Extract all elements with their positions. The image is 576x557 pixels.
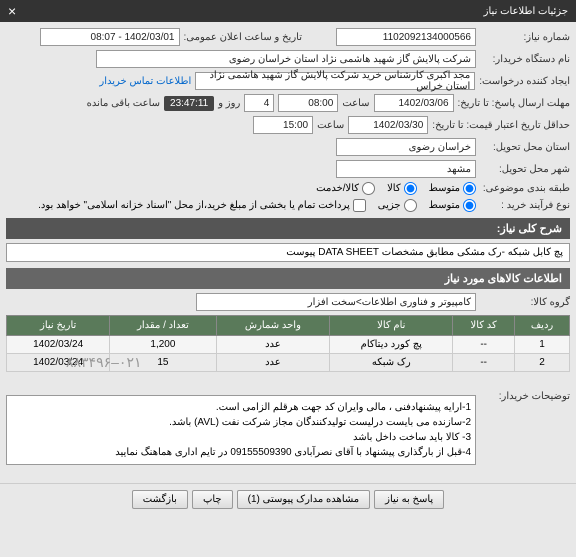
- table-header: تعداد / مقدار: [110, 316, 216, 336]
- table-cell: 15: [110, 354, 216, 372]
- back-button[interactable]: بازگشت: [132, 490, 188, 509]
- city-value: مشهد: [336, 160, 476, 178]
- buyer-label: نام دستگاه خریدار:: [480, 54, 570, 65]
- group-value: کامپیوتر و فناوری اطلاعات>سخت افزار: [196, 293, 476, 311]
- contact-link[interactable]: اطلاعات تماس خریدار: [99, 76, 191, 87]
- buyer-note-value: 1-ارایه پیشنهادفنی ، مالی وایران کد جهت …: [6, 395, 476, 465]
- remain-time: 23:47:11: [164, 96, 214, 111]
- budget-label: طبقه بندی موضوعی:: [480, 183, 570, 194]
- credit-date: 1402/03/30: [348, 116, 428, 134]
- announce-value: 1402/03/01 - 08:07: [40, 28, 180, 46]
- city-label: شهر محل تحویل:: [480, 164, 570, 175]
- buytype-opt1[interactable]: متوسط: [429, 199, 476, 212]
- table-header: واحد شمارش: [216, 316, 330, 336]
- budget-opt1[interactable]: متوسط: [429, 182, 476, 195]
- main-content: شماره نیاز: 1102092134000566 تاریخ و ساع…: [0, 22, 576, 475]
- announce-label: تاریخ و ساعت اعلان عمومی:: [184, 32, 303, 43]
- close-icon[interactable]: ×: [8, 3, 16, 19]
- buyer-note-label: توضیحات خریدار:: [480, 391, 570, 402]
- table-row: 1--پچ کورد دیتاکامعدد1,2001402/03/24: [7, 336, 570, 354]
- need-no-label: شماره نیاز:: [480, 32, 570, 43]
- window-title: جزئیات اطلاعات نیاز: [484, 6, 568, 17]
- budget-radios: متوسط کالا کالا/خدمت: [316, 182, 476, 195]
- table-header: ردیف: [515, 316, 570, 336]
- deadline-date: 1402/03/06: [374, 94, 454, 112]
- remain-days: 4: [244, 94, 274, 112]
- credit-label: حداقل تاریخ اعتبار قیمت: تا تاریخ:: [432, 120, 570, 131]
- buytype-note-check[interactable]: پرداخت تمام یا بخشی از مبلغ خرید،از محل …: [38, 199, 366, 212]
- window-header: جزئیات اطلاعات نیاز ×: [0, 0, 576, 22]
- table-cell: 1: [515, 336, 570, 354]
- credit-time-label: ساعت: [317, 120, 344, 131]
- table-cell: --: [453, 336, 515, 354]
- remain-suffix: ساعت باقی مانده: [87, 98, 160, 109]
- creator-value: مجد اکبری کارشناس خرید شرکت پالایش گاز ش…: [195, 72, 475, 90]
- buytype-label: نوع فرآیند خرید :: [480, 200, 570, 211]
- table-cell: رک شبکه: [330, 354, 453, 372]
- button-row: پاسخ به نیاز مشاهده مدارک پیوستی (1) چاپ…: [0, 483, 576, 515]
- remain-day-label: روز و: [218, 98, 240, 109]
- summary-value: پچ کابل شبکه -رک مشکی مطابق مشخصات DATA …: [6, 243, 570, 262]
- province-label: استان محل تحویل:: [480, 142, 570, 153]
- budget-opt3[interactable]: کالا/خدمت: [316, 182, 375, 195]
- items-table: ردیفکد کالانام کالاواحد شمارشتعداد / مقد…: [6, 315, 570, 372]
- group-label: گروه کالا:: [480, 297, 570, 308]
- province-value: خراسان رضوی: [336, 138, 476, 156]
- table-row: 2--رک شبکهعدد151402/03/24: [7, 354, 570, 372]
- credit-time: 15:00: [253, 116, 313, 134]
- table-cell: 1402/03/24: [7, 336, 110, 354]
- creator-label: ایجاد کننده درخواست:: [479, 76, 570, 87]
- print-button[interactable]: چاپ: [192, 490, 233, 509]
- deadline-time: 08:00: [278, 94, 338, 112]
- deadline-time-label: ساعت: [342, 98, 369, 109]
- table-cell: عدد: [216, 354, 330, 372]
- deadline-label: مهلت ارسال پاسخ: تا تاریخ:: [458, 98, 570, 109]
- table-cell: 1402/03/24: [7, 354, 110, 372]
- need-no-value: 1102092134000566: [336, 28, 476, 46]
- buytype-radios: متوسط جزیی پرداخت تمام یا بخشی از مبلغ خ…: [38, 199, 476, 212]
- summary-label: شرح کلی نیاز:: [6, 218, 570, 239]
- items-title: اطلاعات کالاهای مورد نیاز: [6, 268, 570, 289]
- table-header: کد کالا: [453, 316, 515, 336]
- buyer-value: شرکت پالایش گاز شهید هاشمی نژاد استان خر…: [96, 50, 476, 68]
- table-cell: 2: [515, 354, 570, 372]
- budget-opt2[interactable]: کالا: [387, 182, 417, 195]
- table-cell: 1,200: [110, 336, 216, 354]
- table-cell: --: [453, 354, 515, 372]
- attach-button[interactable]: مشاهده مدارک پیوستی (1): [237, 490, 371, 509]
- table-header: نام کالا: [330, 316, 453, 336]
- table-cell: پچ کورد دیتاکام: [330, 336, 453, 354]
- reply-button[interactable]: پاسخ به نیاز: [374, 490, 444, 509]
- table-cell: عدد: [216, 336, 330, 354]
- table-header: تاریخ نیاز: [7, 316, 110, 336]
- buytype-opt2[interactable]: جزیی: [378, 199, 417, 212]
